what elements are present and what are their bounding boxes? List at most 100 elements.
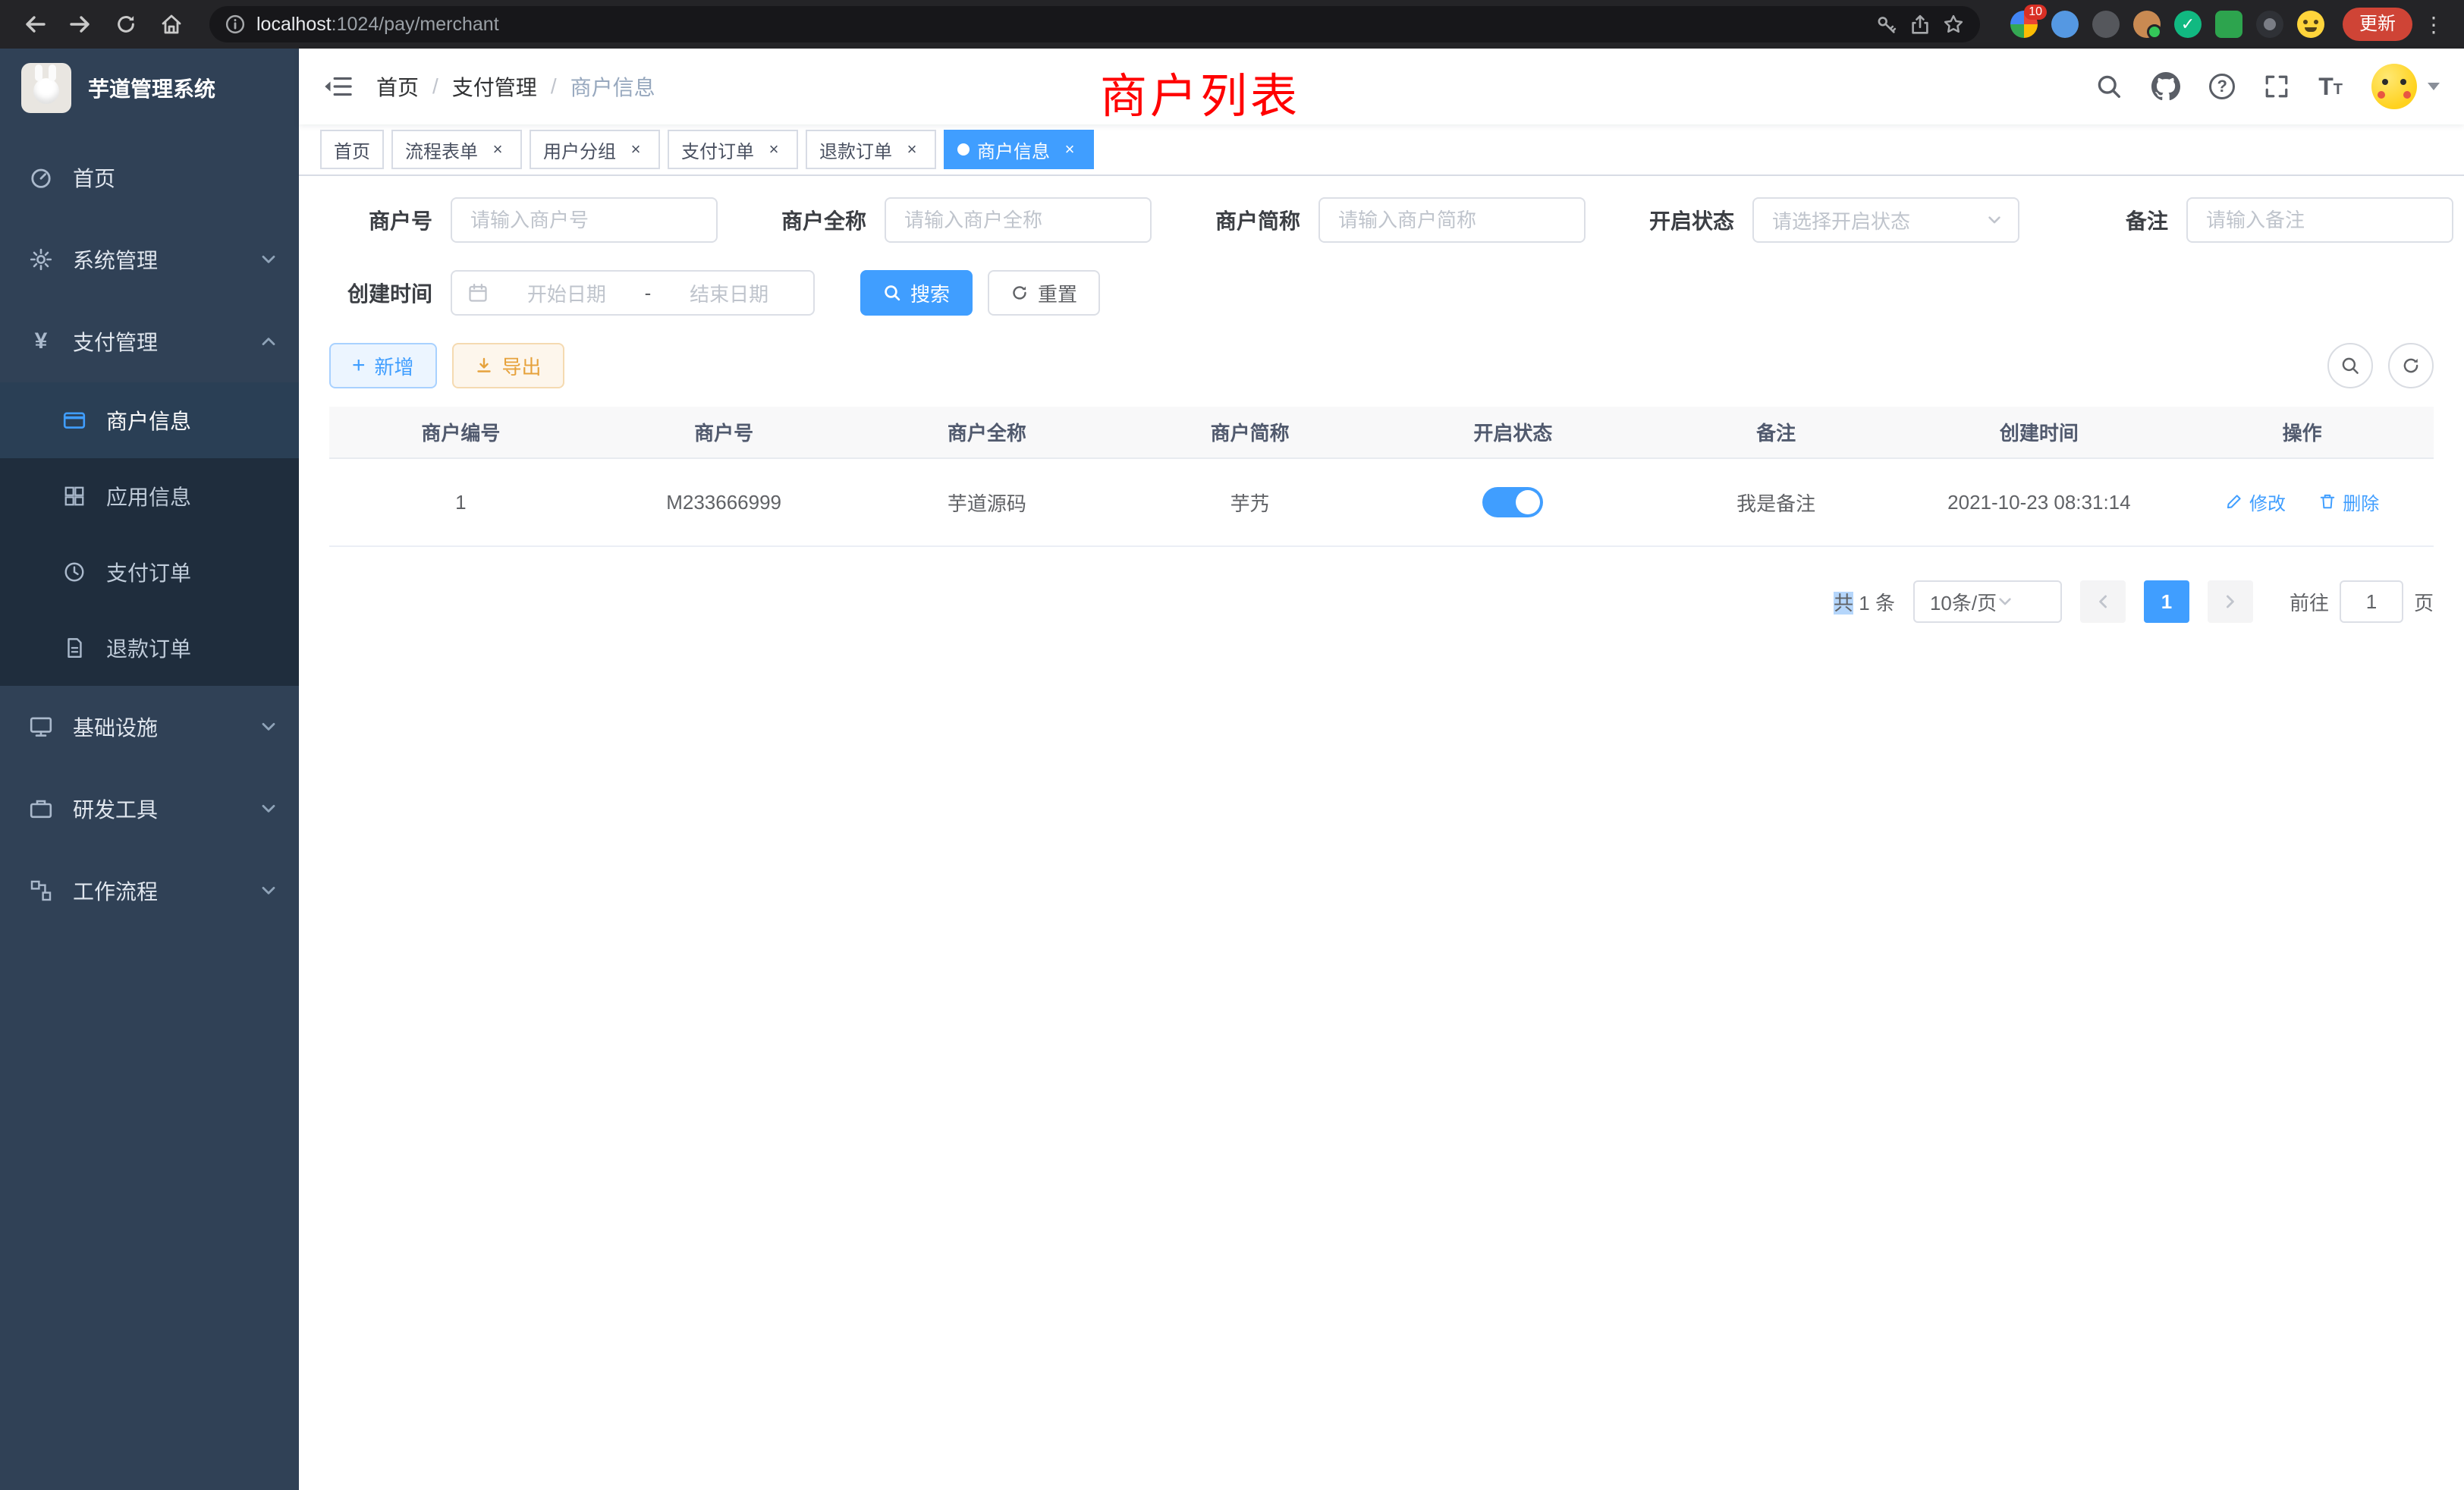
- github-icon[interactable]: [2151, 72, 2180, 101]
- edit-link[interactable]: 修改: [2225, 489, 2286, 515]
- site-info-icon[interactable]: [225, 14, 246, 35]
- tab-process-form[interactable]: 流程表单 ×: [391, 130, 522, 169]
- tab-label: 流程表单: [405, 137, 478, 163]
- sidebar-item-infra[interactable]: 基础设施: [0, 686, 299, 768]
- toggle-search-icon[interactable]: [2327, 343, 2373, 388]
- breadcrumb: 首页 / 支付管理 / 商户信息: [376, 71, 655, 102]
- search-button[interactable]: 搜索: [860, 270, 973, 316]
- page-number-1[interactable]: 1: [2144, 580, 2189, 623]
- cell-merchant-name: 芋道源码: [856, 458, 1119, 546]
- sidebar-item-home[interactable]: 首页: [0, 137, 299, 218]
- col-create-time: 创建时间: [1908, 407, 2171, 458]
- app-logo[interactable]: 芋道管理系统: [0, 49, 299, 127]
- extension-icon-2[interactable]: [2051, 11, 2079, 38]
- next-page-icon[interactable]: [2208, 580, 2253, 623]
- browser-update-button[interactable]: 更新: [2343, 8, 2412, 41]
- export-button[interactable]: 导出: [452, 343, 564, 388]
- fullscreen-icon[interactable]: [2264, 74, 2290, 99]
- search-form-row-1: 商户号 商户全称 商户简称 开启状态 请选择开启状态: [329, 197, 2434, 243]
- address-bar[interactable]: localhost:1024/pay/merchant: [209, 6, 1980, 42]
- page-content: 商户号 商户全称 商户简称 开启状态 请选择开启状态: [299, 176, 2464, 1490]
- merchant-short-input[interactable]: [1318, 197, 1586, 243]
- total-prefix: 共: [1834, 592, 1853, 615]
- tab-merchant-info[interactable]: 商户信息×: [944, 130, 1094, 169]
- extension-icon-5[interactable]: [2174, 11, 2202, 38]
- tab-refund-order[interactable]: 退款订单 ×: [806, 130, 936, 169]
- extension-icon-4[interactable]: [2133, 11, 2161, 38]
- status-toggle[interactable]: [1482, 487, 1543, 517]
- forward-icon[interactable]: [61, 5, 100, 44]
- merchant-name-input[interactable]: [885, 197, 1152, 243]
- tab-label: 支付订单: [681, 137, 754, 163]
- prev-page-icon[interactable]: [2080, 580, 2126, 623]
- end-date-placeholder: 结束日期: [660, 279, 798, 307]
- status-select[interactable]: 请选择开启状态: [1752, 197, 2019, 243]
- header-search-icon[interactable]: [2095, 73, 2123, 100]
- share-icon[interactable]: [1909, 13, 1931, 36]
- sidebar-item-payment[interactable]: 支付管理: [0, 300, 299, 382]
- browser-menu-icon[interactable]: ⋮: [2418, 12, 2449, 37]
- sidebar-item-system[interactable]: 系统管理: [0, 218, 299, 300]
- goto-label: 前往: [2290, 588, 2329, 616]
- extensions-area: 10: [2010, 11, 2324, 38]
- page-size-select[interactable]: 10条/页: [1913, 580, 2062, 623]
- extension-icon-7[interactable]: [2256, 11, 2283, 38]
- navbar-right: [2095, 64, 2440, 109]
- close-icon[interactable]: ×: [1059, 139, 1080, 160]
- sidebar-item-refund-order[interactable]: 退款订单: [0, 610, 299, 686]
- sidebar-item-pay-order[interactable]: 支付订单: [0, 534, 299, 610]
- sidebar-item-label: 首页: [73, 162, 115, 193]
- logo-avatar: [21, 63, 71, 113]
- breadcrumb-home[interactable]: 首页: [376, 71, 419, 102]
- delete-link[interactable]: 删除: [2318, 489, 2379, 515]
- close-icon[interactable]: ×: [625, 139, 646, 160]
- search-button-label: 搜索: [910, 279, 950, 307]
- user-menu[interactable]: [2371, 64, 2440, 109]
- merchant-no-input[interactable]: [451, 197, 718, 243]
- sidebar-item-merchant-info[interactable]: 商户信息: [0, 382, 299, 458]
- select-placeholder: 请选择开启状态: [1772, 206, 1986, 234]
- help-icon[interactable]: [2209, 74, 2235, 99]
- extension-icon-6[interactable]: [2215, 11, 2242, 38]
- close-icon[interactable]: ×: [763, 139, 784, 160]
- cell-status: [1381, 458, 1645, 546]
- tab-home[interactable]: 首页: [320, 130, 384, 169]
- breadcrumb-payment[interactable]: 支付管理: [452, 71, 537, 102]
- refresh-icon[interactable]: [2388, 343, 2434, 388]
- goto-page-suffix: 页: [2414, 588, 2434, 616]
- field-label: 创建时间: [329, 278, 432, 308]
- create-time-range-picker[interactable]: 开始日期 - 结束日期: [451, 270, 815, 316]
- tab-label: 退款订单: [819, 137, 892, 163]
- cell-merchant-no: M233666999: [592, 458, 856, 546]
- sidebar-item-workflow[interactable]: 工作流程: [0, 850, 299, 932]
- export-button-label: 导出: [502, 352, 542, 380]
- col-merchant-name: 商户全称: [856, 407, 1119, 458]
- sidebar-item-app-info[interactable]: 应用信息: [0, 458, 299, 534]
- url-text: localhost:1024/pay/merchant: [256, 14, 499, 36]
- bookmark-star-icon[interactable]: [1942, 13, 1965, 36]
- breadcrumb-separator: /: [551, 74, 557, 99]
- sidebar-item-devtools[interactable]: 研发工具: [0, 768, 299, 850]
- add-button[interactable]: 新增: [329, 343, 437, 388]
- tab-pay-order[interactable]: 支付订单 ×: [668, 130, 798, 169]
- extension-icon-8[interactable]: [2297, 11, 2324, 38]
- field-label: 备注: [2065, 205, 2168, 235]
- tab-user-group[interactable]: 用户分组×: [530, 130, 660, 169]
- chevron-down-icon: [1986, 212, 2003, 228]
- close-icon[interactable]: ×: [487, 139, 508, 160]
- password-key-icon[interactable]: [1875, 13, 1898, 36]
- home-icon[interactable]: [152, 5, 191, 44]
- extension-icon-3[interactable]: [2092, 11, 2120, 38]
- col-actions: 操作: [2170, 407, 2434, 458]
- add-button-label: 新增: [375, 352, 414, 380]
- reload-icon[interactable]: [106, 5, 146, 44]
- remark-input[interactable]: [2186, 197, 2453, 243]
- chevron-down-icon: [259, 250, 278, 269]
- font-size-icon[interactable]: [2318, 76, 2343, 97]
- sidebar-fold-icon[interactable]: [323, 74, 352, 99]
- close-icon[interactable]: ×: [901, 139, 922, 160]
- reset-button[interactable]: 重置: [988, 270, 1100, 316]
- back-icon[interactable]: [15, 5, 55, 44]
- goto-page-input[interactable]: [2340, 580, 2403, 623]
- extension-icon-1[interactable]: 10: [2010, 11, 2038, 38]
